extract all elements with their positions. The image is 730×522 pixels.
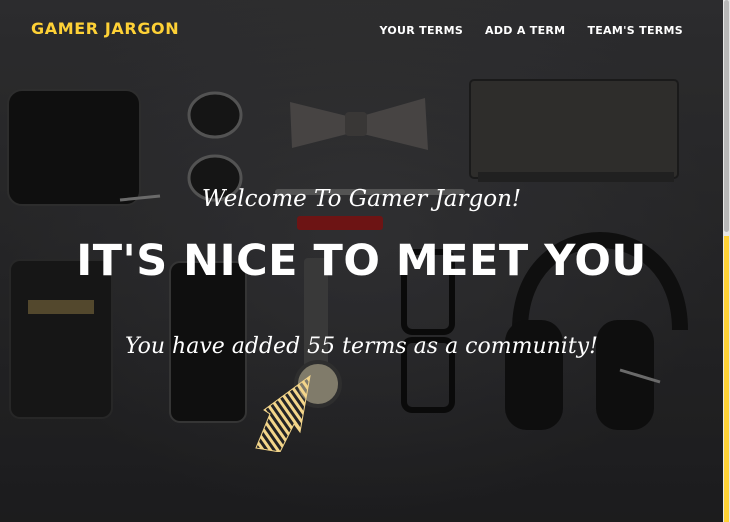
hero-welcome: Welcome To Gamer Jargon! [201,186,522,212]
nav-add-a-term[interactable]: ADD A TERM [485,24,565,37]
page-scrollbar[interactable] [723,0,730,522]
main-nav: YOUR TERMS ADD A TERM TEAM'S TERMS [358,24,683,37]
hero-background: GAMER JARGON YOUR TERMS ADD A TERM TEAM'… [0,0,723,522]
scrollbar-accent [724,236,729,522]
nav-teams-terms[interactable]: TEAM'S TERMS [587,24,683,37]
nav-your-terms[interactable]: YOUR TERMS [380,24,464,37]
hand-pointer-icon [255,374,311,452]
hero-heading: IT'S NICE TO MEET YOU [76,236,647,286]
community-count-text: You have added 55 terms as a community! [125,334,598,359]
scrollbar-thumb[interactable] [724,0,729,232]
brand-logo[interactable]: GAMER JARGON [31,19,179,38]
